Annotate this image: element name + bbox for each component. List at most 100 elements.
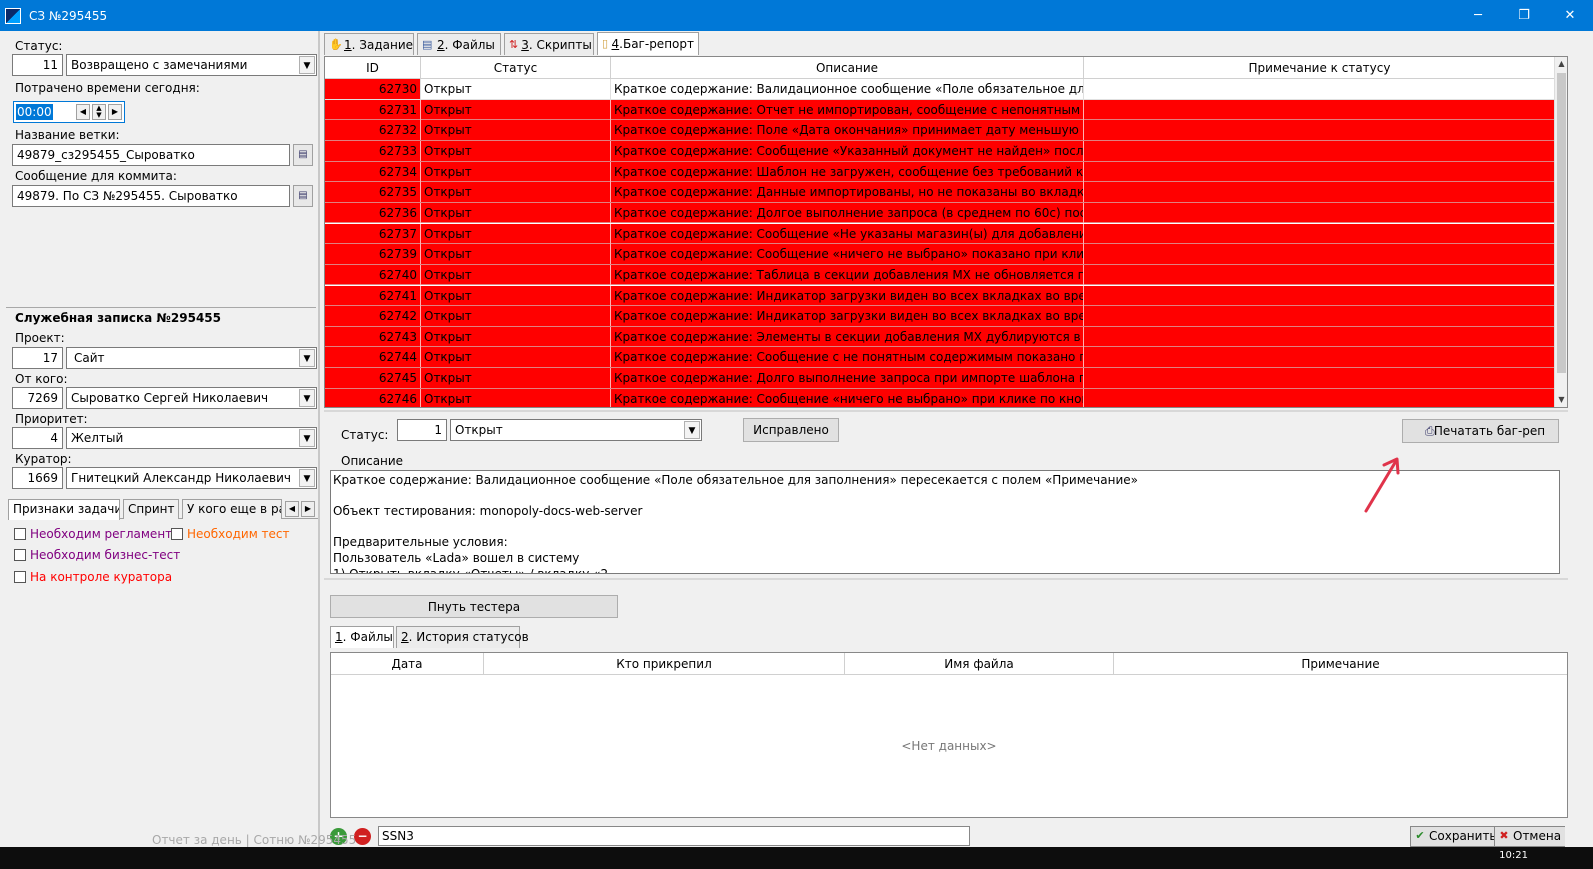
scroll-thumb[interactable]: [1557, 73, 1566, 373]
table-row[interactable]: 62746 Открыт Краткое содержание: Сообщение…: [325, 388, 1555, 407]
chevron-right-icon[interactable]: ▶: [108, 104, 122, 120]
chevron-down-icon[interactable]: ▼: [299, 469, 315, 487]
detail-status-code[interactable]: 1: [397, 419, 447, 441]
tab-scripts[interactable]: ⇅ 3. Скрипты: [504, 33, 594, 55]
table-row[interactable]: 62736 Открыт Краткое содержание: Долгое вы…: [325, 202, 1555, 224]
checkbox-regulation[interactable]: Необходим регламент: [14, 527, 172, 541]
priority-label: Приоритет:: [15, 412, 88, 426]
table-row[interactable]: 62743 Открыт Краткое содержание: Элементы …: [325, 326, 1555, 348]
table-row[interactable]: 62734 Открыт Краткое содержание: Шаблон не…: [325, 161, 1555, 183]
close-button[interactable]: ✕: [1547, 0, 1593, 31]
table-row[interactable]: 62745 Открыт Краткое содержание: Долго вып…: [325, 368, 1555, 389]
table-row[interactable]: 62744 Открыт Краткое содержание: Сообщение…: [325, 347, 1555, 369]
project-combo[interactable]: Сайт ▼: [66, 347, 317, 369]
chevron-down-icon[interactable]: ▼: [684, 421, 700, 439]
grid-scrollbar[interactable]: ▲ ▼: [1554, 57, 1567, 407]
tester-path-button[interactable]: Пнуть тестера: [330, 595, 618, 618]
chevron-down-icon[interactable]: ▼: [299, 349, 315, 367]
col-note[interactable]: Примечание: [1114, 653, 1567, 675]
project-code-field[interactable]: 17: [12, 347, 63, 369]
hand-icon: ✋: [329, 37, 343, 51]
table-row[interactable]: 62735 Открыт Краткое содержание: Данные им…: [325, 182, 1555, 203]
checkbox-box[interactable]: [171, 528, 183, 540]
cell-id: 62734: [325, 161, 421, 182]
splitter[interactable]: [324, 578, 1568, 580]
tab-files[interactable]: ▤ 2. Файлы: [417, 33, 501, 55]
from-combo[interactable]: Сыроватко Сергей Николаевич ▼: [66, 387, 317, 409]
files-icon: ▤: [422, 37, 433, 51]
time-value: 00:00: [16, 104, 53, 120]
col-date[interactable]: Дата: [331, 653, 484, 675]
col-description[interactable]: Описание: [611, 57, 1084, 79]
table-row[interactable]: 62730 Открыт Краткое содержание: Валидацио…: [325, 79, 1555, 100]
cell-note: [1084, 161, 1555, 182]
table-row[interactable]: 62733 Открыт Краткое содержание: Сообщение…: [325, 140, 1555, 162]
cell-note: [1084, 140, 1555, 161]
tab-sprint[interactable]: Спринт: [123, 499, 179, 519]
cell-description: Краткое содержание: Элементы в секции до…: [611, 326, 1084, 347]
chevron-down-icon[interactable]: ▼: [299, 56, 315, 74]
priority-combo-value: Желтый: [71, 431, 124, 445]
chevron-down-icon[interactable]: ▼: [299, 429, 315, 447]
scroll-down-icon[interactable]: ▼: [1555, 393, 1567, 407]
tab-bug-report[interactable]: ▯ 4 .Баг-репорт: [597, 32, 699, 55]
spin-updown-icon[interactable]: ▲ ▼: [92, 104, 106, 120]
checkbox-box[interactable]: [14, 528, 26, 540]
tab-task[interactable]: ✋ 1. Задание: [324, 33, 414, 55]
cell-status: Открыт: [421, 79, 611, 99]
print-bug-report-button[interactable]: ⎙ Печатать баг-реп: [1402, 419, 1559, 443]
col-attached-by[interactable]: Кто прикрепил: [484, 653, 845, 675]
from-code-field[interactable]: 7269: [12, 387, 63, 409]
table-row[interactable]: 62739 Открыт Краткое содержание: Сообщение…: [325, 244, 1555, 265]
scroll-up-icon[interactable]: ▲: [1555, 57, 1567, 71]
chevron-right-icon[interactable]: ▶: [301, 501, 315, 517]
checkbox-test[interactable]: Необходим тест: [171, 527, 290, 541]
table-row[interactable]: 62737 Открыт Краткое содержание: Сообщение…: [325, 223, 1555, 245]
table-row[interactable]: 62740 Открыт Краткое содержание: Таблица в…: [325, 264, 1555, 286]
tab-attached-files[interactable]: 1. Файлы: [330, 626, 394, 648]
cancel-button[interactable]: ✖ Отмена: [1494, 826, 1566, 847]
minimize-button[interactable]: ─: [1455, 0, 1501, 31]
time-spent-field[interactable]: 00:00 ◀ ▲ ▼ ▶: [13, 101, 125, 123]
curator-combo[interactable]: Гнитецкий Александр Николаевич ▼: [66, 467, 317, 489]
table-row[interactable]: 62731 Открыт Краткое содержание: Отчет не …: [325, 99, 1555, 121]
table-row[interactable]: 62741 Открыт Краткое содержание: Индикатор…: [325, 285, 1555, 307]
checkbox-curator-control[interactable]: На контроле куратора: [14, 570, 172, 584]
copy-commit-icon[interactable]: ▤: [293, 185, 313, 207]
cell-note: [1084, 244, 1555, 265]
checkbox-business-test[interactable]: Необходим бизнес-тест: [14, 548, 180, 562]
status-combo[interactable]: Возвращено с замечаниями ▼: [66, 54, 317, 76]
col-file-name[interactable]: Имя файла: [845, 653, 1114, 675]
curator-code-field[interactable]: 1669: [12, 467, 63, 489]
chevron-left-icon[interactable]: ◀: [76, 104, 90, 120]
detail-status-combo[interactable]: Открыт ▼: [450, 419, 702, 441]
col-status-note[interactable]: Примечание к статусу: [1084, 57, 1555, 79]
tab-status-history[interactable]: 2. История статусов: [396, 626, 529, 648]
tab-who-else[interactable]: У кого еще в раб: [182, 499, 282, 519]
branch-name-input[interactable]: 49879_сз295455_Сыроватко: [12, 144, 290, 166]
checkbox-label: На контроле куратора: [30, 570, 173, 584]
commit-message-input[interactable]: 49879. По СЗ №295455. Сыроватко: [12, 185, 290, 207]
col-id[interactable]: ID: [325, 57, 421, 79]
no-data-message: <Нет данных>: [901, 739, 997, 753]
table-row[interactable]: 62732 Открыт Краткое содержание: Поле «Дат…: [325, 120, 1555, 141]
save-button[interactable]: ✔ Сохранить: [1410, 826, 1502, 847]
checkbox-box[interactable]: [14, 549, 26, 561]
chevron-down-icon[interactable]: ▼: [299, 389, 315, 407]
checkbox-box[interactable]: [14, 571, 26, 583]
priority-combo[interactable]: Желтый ▼: [66, 427, 317, 449]
cell-id: 62746: [325, 388, 421, 407]
tab-task-features[interactable]: Признаки задачи: [8, 499, 120, 520]
splitter[interactable]: [324, 410, 1568, 412]
status-code-field[interactable]: 11: [12, 54, 63, 76]
copy-branch-icon[interactable]: ▤: [293, 144, 313, 166]
chevron-left-icon[interactable]: ◀: [285, 501, 299, 517]
remove-icon[interactable]: −: [354, 828, 371, 845]
maximize-button[interactable]: ❐: [1501, 0, 1547, 31]
ssn-input[interactable]: SSN3: [378, 826, 970, 846]
priority-code-field[interactable]: 4: [12, 427, 63, 449]
table-row[interactable]: 62742 Открыт Краткое содержание: Индикатор…: [325, 306, 1555, 327]
tab-num: 4: [611, 37, 620, 51]
fixed-button[interactable]: Исправлено: [743, 418, 839, 442]
col-status[interactable]: Статус: [421, 57, 611, 79]
